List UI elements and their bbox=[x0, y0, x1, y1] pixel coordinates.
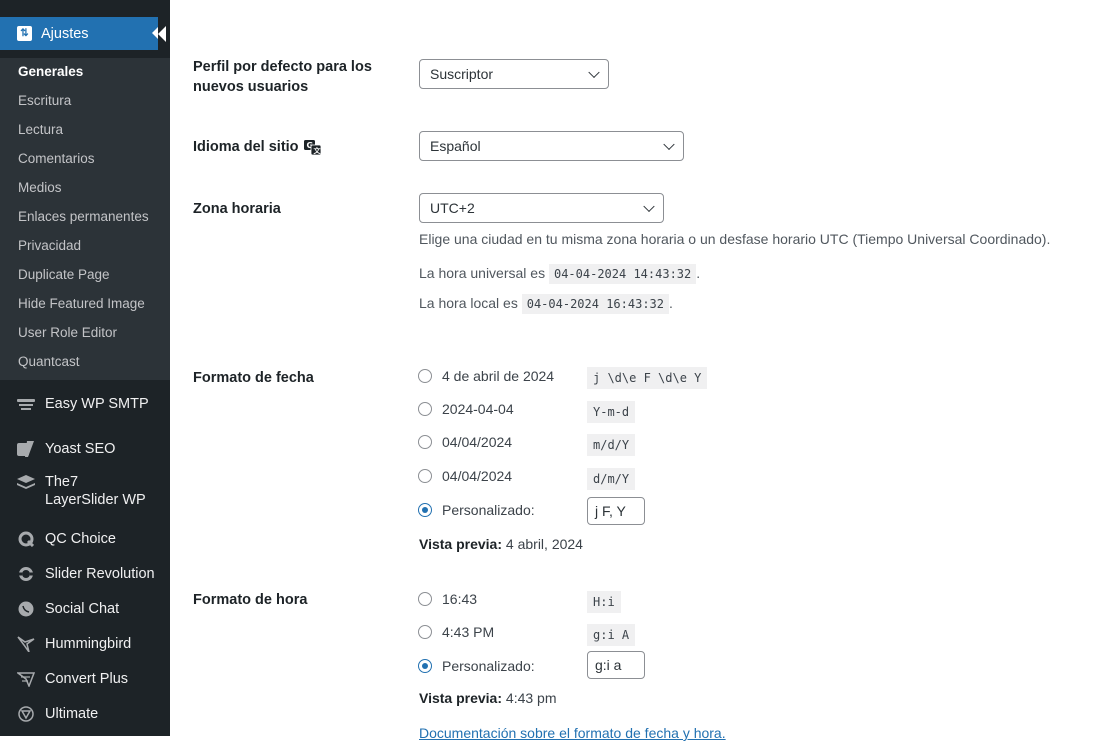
time-format-label: Formato de hora bbox=[193, 592, 308, 608]
submenu-item-privacidad[interactable]: Privacidad bbox=[18, 238, 81, 253]
utc-time-line: La hora universal es 04-04-2024 14:43:32… bbox=[419, 264, 700, 284]
local-time-value: 04-04-2024 16:43:32 bbox=[521, 294, 670, 314]
convert-plus-icon bbox=[16, 669, 36, 689]
smtp-icon bbox=[16, 394, 36, 414]
translate-icon: G 文 bbox=[303, 139, 321, 155]
timezone-select[interactable]: UTC+2 bbox=[419, 193, 664, 223]
date-format-code: d/m/Y bbox=[587, 468, 636, 490]
chevron-down-icon bbox=[643, 200, 655, 213]
settings-icon: ⇅ bbox=[17, 26, 32, 41]
chat-icon bbox=[16, 599, 36, 619]
radio-button[interactable] bbox=[418, 625, 432, 639]
svg-text:文: 文 bbox=[313, 146, 321, 155]
default-role-select[interactable]: Suscriptor bbox=[419, 59, 609, 89]
time-preview: Vista previa: 4:43 pm bbox=[419, 690, 557, 706]
submenu-item-quantcast[interactable]: Quantcast bbox=[18, 354, 80, 369]
ultimate-icon bbox=[16, 704, 36, 724]
radio-button[interactable] bbox=[418, 469, 432, 483]
submenu-item-user-role-editor[interactable]: User Role Editor bbox=[18, 325, 117, 340]
timezone-label: Zona horaria bbox=[193, 201, 281, 217]
cropped-text-fragment bbox=[420, 0, 600, 8]
date-time-docs-link[interactable]: Documentación sobre el formato de fecha … bbox=[419, 725, 726, 741]
date-format-option[interactable]: 04/04/2024 bbox=[418, 468, 512, 484]
date-preview: Vista previa: 4 abril, 2024 bbox=[419, 536, 583, 552]
revolution-icon bbox=[16, 564, 36, 584]
radio-button[interactable] bbox=[418, 402, 432, 416]
settings-submenu: Generales Escritura Lectura Comentarios … bbox=[0, 58, 170, 380]
admin-sidebar: ⇅ Ajustes Generales Escritura Lectura Co… bbox=[0, 0, 170, 736]
submenu-item-hide-featured-image[interactable]: Hide Featured Image bbox=[18, 296, 145, 311]
submenu-item-lectura[interactable]: Lectura bbox=[18, 122, 63, 137]
radio-button[interactable] bbox=[418, 435, 432, 449]
chevron-down-icon bbox=[588, 66, 600, 79]
site-language-row: Idioma del sitio G 文 bbox=[193, 137, 321, 157]
radio-button[interactable] bbox=[418, 592, 432, 606]
sidebar-item-convert-plus[interactable]: Convert Plus bbox=[0, 667, 170, 691]
time-format-code: H:i bbox=[587, 591, 621, 613]
timezone-description: Elige una ciudad en tu misma zona horari… bbox=[419, 231, 1051, 247]
submenu-item-duplicate-page[interactable]: Duplicate Page bbox=[18, 267, 110, 282]
chevron-down-icon bbox=[663, 138, 675, 151]
date-format-option[interactable]: 2024-04-04 bbox=[418, 401, 514, 417]
submenu-item-enlaces[interactable]: Enlaces permanentes bbox=[18, 209, 149, 224]
time-format-code: g:i A bbox=[587, 624, 636, 646]
qc-icon bbox=[16, 529, 36, 549]
date-format-code: Y-m-d bbox=[587, 401, 636, 423]
time-format-option[interactable]: 4:43 PM bbox=[418, 624, 494, 640]
submenu-item-medios[interactable]: Medios bbox=[18, 180, 62, 195]
sidebar-item-ajustes[interactable]: ⇅ Ajustes bbox=[0, 17, 158, 50]
sidebar-item-the7-layerslider[interactable]: The7 LayerSlider WP bbox=[0, 473, 170, 511]
sidebar-item-yoast-seo[interactable]: Yoast SEO bbox=[0, 437, 170, 461]
active-menu-pointer bbox=[158, 26, 166, 42]
date-format-label: Formato de fecha bbox=[193, 370, 314, 386]
date-format-code: m/d/Y bbox=[587, 434, 636, 456]
time-format-option-custom[interactable]: Personalizado: bbox=[418, 658, 535, 674]
local-time-line: La hora local es 04-04-2024 16:43:32. bbox=[419, 294, 673, 314]
submenu-item-comentarios[interactable]: Comentarios bbox=[18, 151, 95, 166]
custom-time-format-input[interactable]: g:i a bbox=[587, 651, 645, 679]
sidebar-item-hummingbird[interactable]: Hummingbird bbox=[0, 632, 170, 656]
sidebar-item-label: Ajustes bbox=[41, 25, 89, 42]
hummingbird-icon bbox=[16, 634, 36, 654]
default-role-label: Perfil por defecto para los nuevos usuar… bbox=[193, 59, 372, 95]
sidebar-item-social-chat[interactable]: Social Chat bbox=[0, 597, 170, 621]
layers-icon bbox=[16, 473, 36, 493]
date-format-option-custom[interactable]: Personalizado: bbox=[418, 502, 535, 518]
yoast-icon bbox=[16, 439, 36, 459]
submenu-item-generales[interactable]: Generales bbox=[18, 64, 83, 79]
radio-button[interactable] bbox=[418, 369, 432, 383]
sidebar-item-ultimate[interactable]: Ultimate bbox=[0, 702, 170, 726]
time-format-option[interactable]: 16:43 bbox=[418, 591, 477, 607]
submenu-item-escritura[interactable]: Escritura bbox=[18, 93, 71, 108]
site-language-label: Idioma del sitio bbox=[193, 139, 299, 155]
date-format-option[interactable]: 4 de abril de 2024 bbox=[418, 368, 554, 384]
sidebar-item-qc-choice[interactable]: QC Choice bbox=[0, 527, 170, 551]
date-format-option[interactable]: 04/04/2024 bbox=[418, 434, 512, 450]
date-format-code: j \d\e F \d\e Y bbox=[587, 367, 708, 389]
utc-time-value: 04-04-2024 14:43:32 bbox=[548, 264, 697, 284]
site-language-select[interactable]: Español bbox=[419, 131, 684, 161]
sidebar-item-easy-wp-smtp[interactable]: Easy WP SMTP bbox=[0, 392, 170, 416]
radio-button-selected[interactable] bbox=[418, 659, 432, 673]
sidebar-item-slider-revolution[interactable]: Slider Revolution bbox=[0, 562, 170, 586]
radio-button-selected[interactable] bbox=[418, 503, 432, 517]
custom-date-format-input[interactable]: j F, Y bbox=[587, 497, 645, 525]
